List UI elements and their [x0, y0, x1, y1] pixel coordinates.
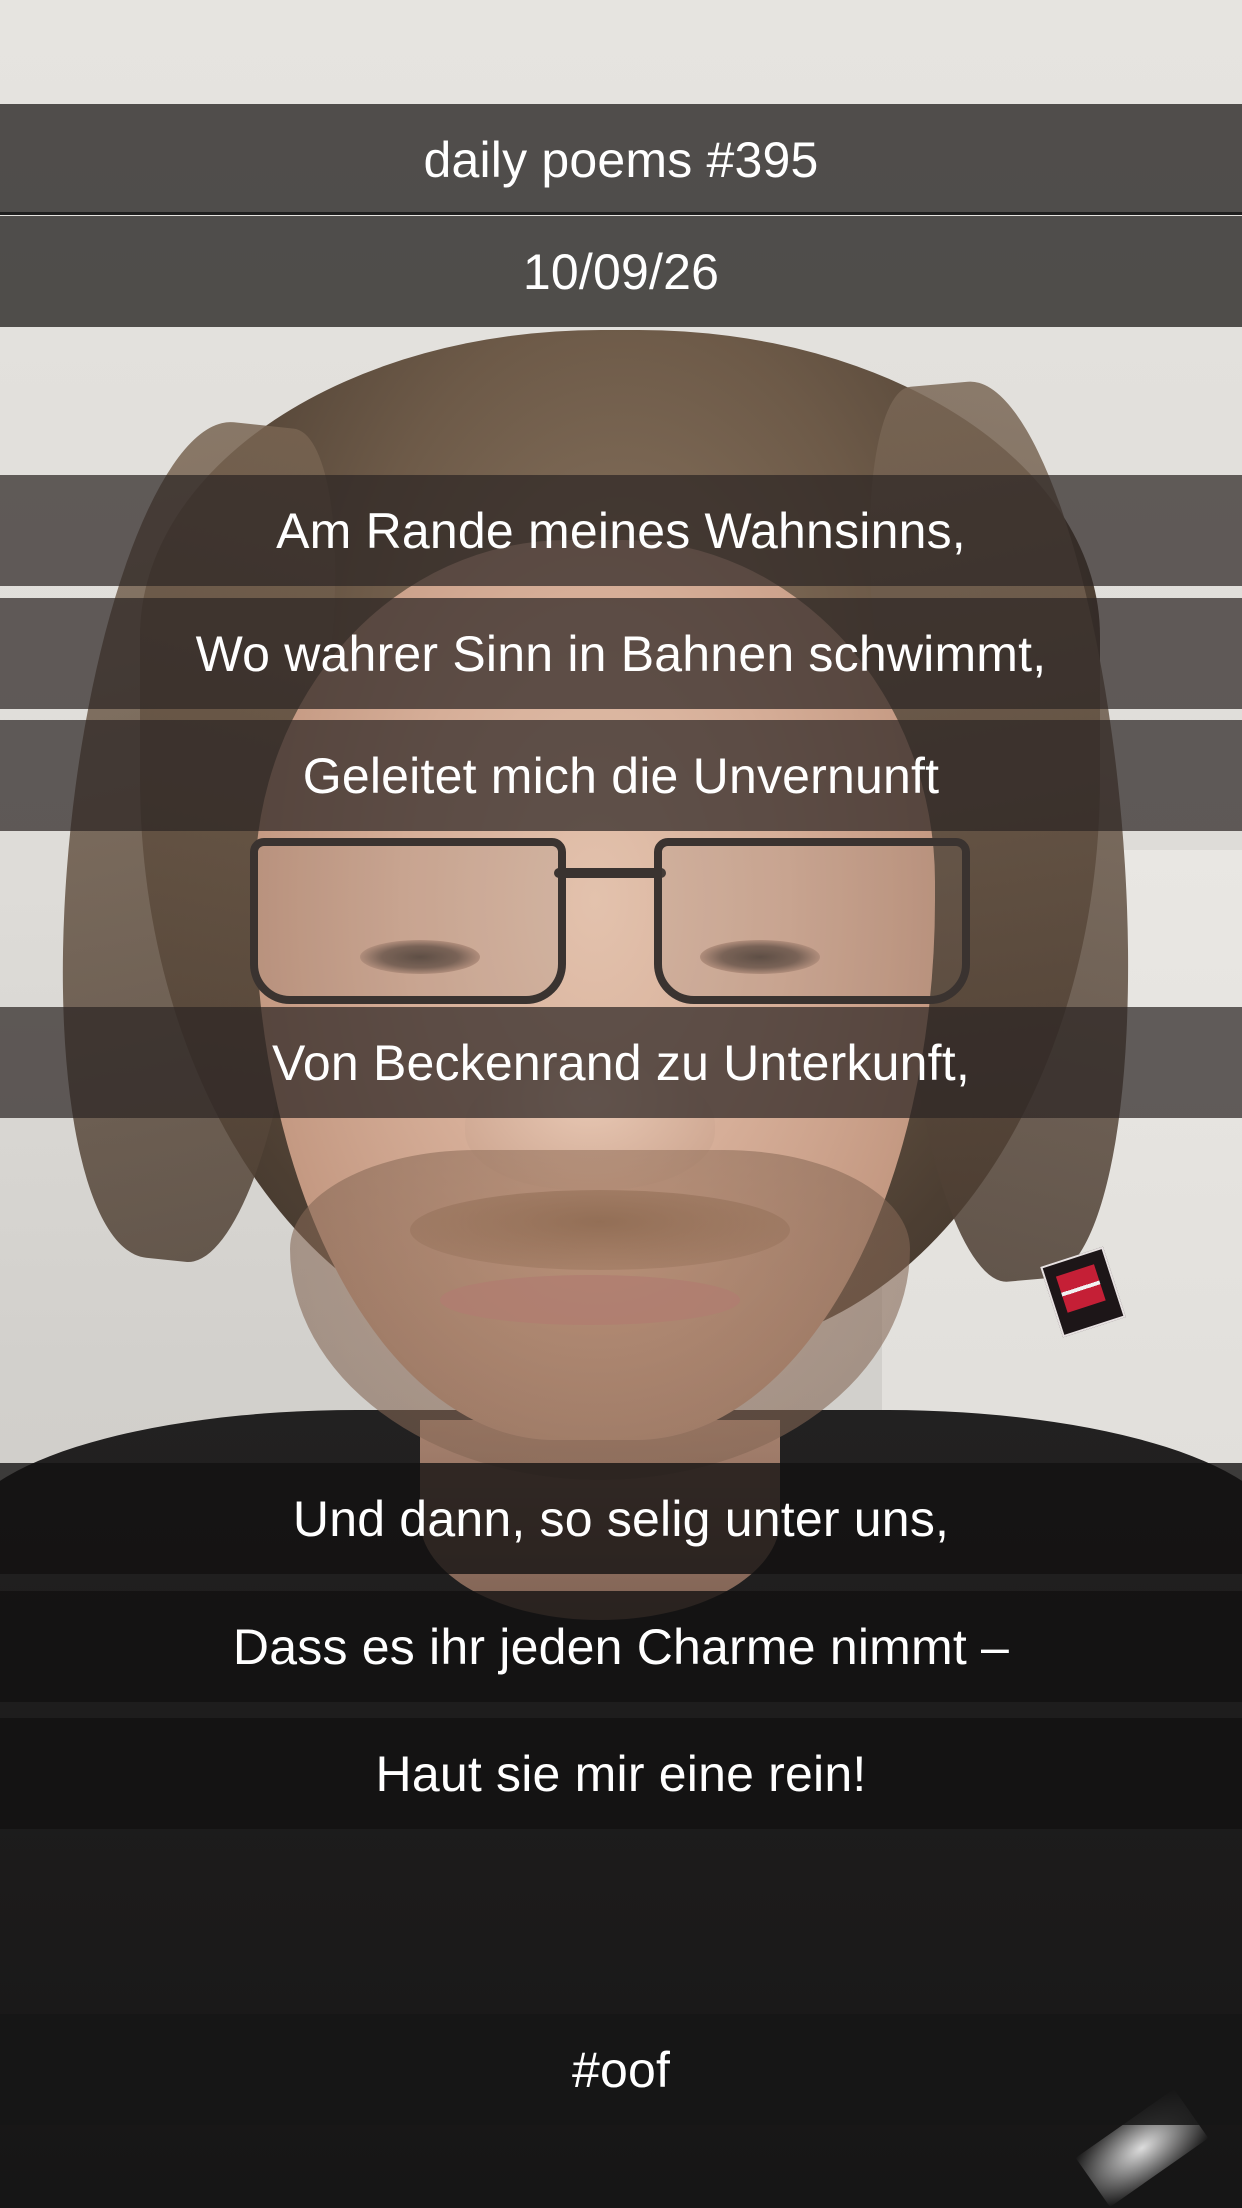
hashtag-label: #oof [0, 2014, 1242, 2125]
poem-line-3: Geleitet mich die Unvernunft [0, 720, 1242, 831]
poem-line-1: Am Rande meines Wahnsinns, [0, 475, 1242, 586]
glasses-bridge [554, 868, 666, 878]
story-canvas: daily poems #395 10/09/26 Am Rande meine… [0, 0, 1242, 2208]
header-divider [0, 212, 1242, 215]
poem-series-title: daily poems #395 [0, 104, 1242, 215]
poem-line-6: Dass es ihr jeden Charme nimmt – [0, 1591, 1242, 1702]
glasses-lens-right [654, 838, 970, 1004]
poem-date: 10/09/26 [0, 216, 1242, 327]
photo-lips [440, 1275, 740, 1325]
photo-glasses [250, 838, 970, 1008]
poem-line-7: Haut sie mir eine rein! [0, 1718, 1242, 1829]
poem-line-5: Und dann, so selig unter uns, [0, 1463, 1242, 1574]
poem-line-2: Wo wahrer Sinn in Bahnen schwimmt, [0, 598, 1242, 709]
poem-line-4: Von Beckenrand zu Unterkunft, [0, 1007, 1242, 1118]
glasses-lens-left [250, 838, 566, 1004]
photo-mustache [410, 1190, 790, 1270]
